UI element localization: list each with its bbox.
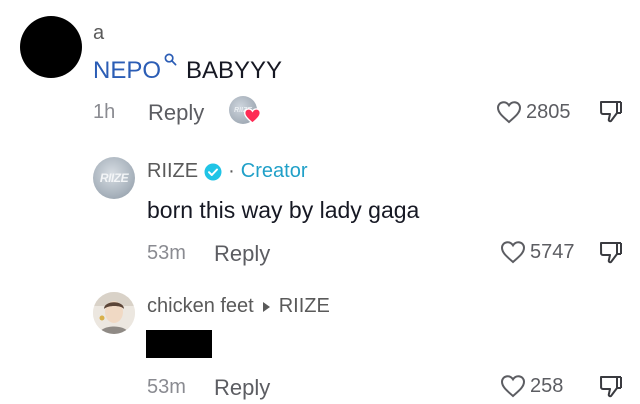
reply-author-name[interactable]: chicken feet: [147, 295, 254, 318]
thumbs-down-icon: [600, 242, 622, 264]
like-count: 2805: [526, 100, 571, 123]
reply-time: 53m: [147, 376, 186, 398]
reply-author-name[interactable]: RIIZE: [147, 160, 198, 183]
creator-badge: Creator: [240, 160, 308, 182]
dislike-button[interactable]: [598, 240, 624, 271]
separator-dot: ·: [228, 160, 235, 182]
reply-to-name[interactable]: RIIZE: [279, 295, 330, 318]
comment-time: 1h: [93, 101, 116, 123]
creator-liked-badge: RIIZE: [229, 96, 261, 128]
reply-author-row: chicken feet RIIZE: [147, 295, 330, 318]
reply-button[interactable]: Reply: [214, 241, 270, 267]
like-button[interactable]: 258: [500, 374, 563, 398]
comment-body: BABYYY: [186, 57, 283, 84]
riize-avatar[interactable]: RIIZE: [93, 157, 135, 199]
heart-outline-icon: [500, 241, 526, 264]
heart-filled-icon: [244, 108, 261, 124]
reply-button[interactable]: Reply: [148, 100, 204, 126]
dislike-button[interactable]: [598, 99, 624, 130]
dislike-button[interactable]: [598, 374, 624, 404]
commenter-username[interactable]: a: [93, 22, 104, 45]
reply-author-row: RIIZE · Creator: [147, 160, 308, 183]
verified-icon: [204, 163, 222, 180]
comment-text: NEPO BABYYY: [93, 53, 283, 85]
mention-text: NEPO: [93, 57, 162, 84]
like-button[interactable]: 5747: [500, 240, 575, 264]
reply-button[interactable]: Reply: [214, 375, 270, 401]
chicken-feet-avatar[interactable]: [93, 292, 135, 334]
search-icon: [164, 53, 177, 66]
thumbs-down-icon: [600, 101, 622, 123]
reply-time: 53m: [147, 242, 186, 264]
commenter-avatar[interactable]: [20, 16, 82, 78]
mention-link[interactable]: NEPO: [93, 53, 177, 85]
profile-photo: [93, 292, 135, 334]
thumbs-down-icon: [600, 376, 622, 398]
reply-text: born this way by lady gaga: [147, 197, 420, 223]
like-count: 258: [530, 374, 564, 397]
heart-outline-icon: [496, 101, 522, 124]
redacted-text: [146, 330, 212, 358]
triangle-right-icon: [262, 301, 270, 312]
like-button[interactable]: 2805: [496, 100, 571, 124]
heart-outline-icon: [500, 375, 526, 398]
like-count: 5747: [530, 240, 575, 263]
